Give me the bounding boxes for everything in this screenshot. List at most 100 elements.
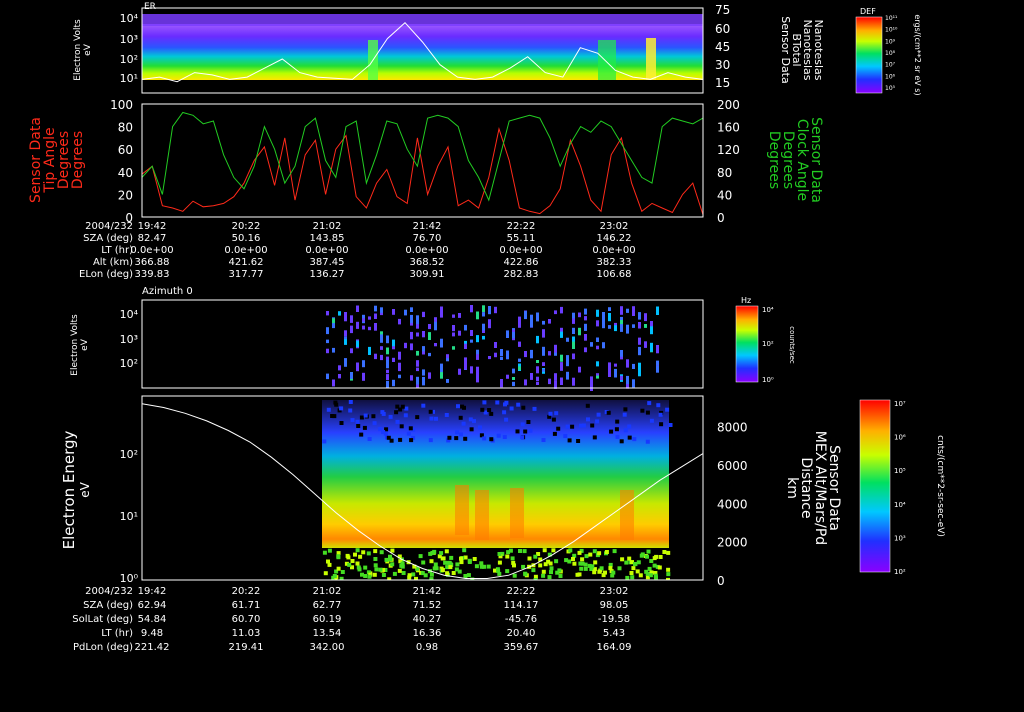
ephem-row-label: SZA (deg) — [83, 233, 133, 244]
azimuth-pixel — [326, 311, 329, 316]
azimuth-pixel — [326, 373, 329, 380]
energy-high-pixel — [668, 423, 673, 427]
ephem-value: 76.70 — [413, 233, 442, 244]
energy-low-pixel — [505, 554, 510, 559]
clock-angle-tick: 160 — [717, 121, 740, 135]
azimuth-pixel — [572, 341, 575, 349]
energy-high-pixel — [645, 410, 650, 415]
azimuth-pixel — [398, 374, 401, 379]
energy-low-pixel — [653, 573, 658, 578]
energy-high-pixel — [429, 416, 434, 421]
azimuth-pixel — [386, 335, 389, 344]
energy-low-pixel — [508, 548, 513, 553]
energy-high-pixel — [632, 437, 637, 442]
ephem-time: 21:42 — [413, 221, 442, 232]
energy-low-pixel — [429, 572, 434, 577]
azimuth-pixel — [584, 308, 587, 315]
energy-low-pixel — [459, 560, 464, 565]
ephem-value: 0.0e+00 — [130, 245, 173, 256]
energy-low-pixel — [327, 548, 332, 553]
er-gap-3 — [598, 40, 616, 80]
energy-low-pixel — [608, 566, 613, 571]
tip-angle-tick: 80 — [118, 121, 133, 135]
azimuth-pixel — [638, 312, 641, 320]
azimuth-pixel — [584, 316, 587, 321]
azimuth-pixel — [536, 381, 539, 385]
er-cbar-tick: 10⁷ — [885, 62, 896, 69]
energy-low-pixel — [366, 551, 371, 556]
azimuth-pixel — [374, 353, 377, 360]
energy-low-pixel — [631, 566, 636, 571]
azimuth-pixel — [488, 306, 491, 315]
ephem-value: 13.54 — [313, 628, 342, 639]
energy-low-pixel — [332, 574, 337, 578]
energy-high-pixel — [395, 419, 400, 424]
energy-high-pixel — [480, 407, 485, 412]
energy-right-ticks: 8000 6000 4000 2000 0 — [717, 421, 748, 588]
energy-high-pixel — [355, 419, 360, 424]
energy-low-pixel — [636, 560, 641, 565]
azimuth-pixel — [422, 369, 425, 376]
energy-low-pixel — [449, 555, 454, 560]
energy-high-pixel — [482, 436, 487, 441]
energy-high-pixel — [428, 409, 433, 414]
azimuth-pixel — [596, 345, 599, 350]
azimuth-pixel — [338, 374, 341, 379]
energy-ytick-2: 10⁰ — [120, 572, 139, 585]
er-rlabel-3: Nanoteslas — [812, 19, 825, 80]
energy-cbar-tick: 10⁶ — [894, 434, 906, 442]
azimuth-pixel — [512, 381, 515, 387]
energy-low-pixel — [373, 549, 378, 554]
energy-high-pixel — [595, 419, 600, 424]
energy-high-pixel — [348, 400, 353, 404]
er-colorbar-ticks: 10⁵ 10⁶ 10⁷ 10⁸ 10⁹ 10¹⁰ 10¹¹ — [885, 15, 898, 92]
energy-low-pixel — [521, 564, 526, 569]
azimuth-pixel — [458, 313, 461, 318]
energy-low-pixel — [439, 551, 444, 556]
energy-low-pixel — [454, 567, 459, 572]
azimuth-pixel — [332, 347, 335, 353]
ephem-value: 5.43 — [603, 628, 625, 639]
azimuth-pixel — [656, 365, 659, 373]
ephem-value: 136.27 — [310, 269, 345, 280]
azimuth-pixel — [560, 306, 563, 314]
azimuth-pixel — [608, 313, 611, 322]
azimuth-pixel — [542, 332, 545, 337]
energy-low-pixel — [390, 562, 395, 567]
energy-high-pixel — [622, 412, 627, 417]
energy-low-pixel — [384, 557, 389, 562]
energy-low-pixel — [363, 574, 368, 578]
azimuth-pixel — [356, 340, 359, 348]
energy-low-pixel — [378, 567, 383, 572]
energy-high-pixel — [523, 429, 528, 434]
energy-low-pixel — [640, 552, 645, 557]
energy-burst — [475, 490, 489, 540]
energy-high-pixel — [548, 411, 553, 416]
energy-low-pixel — [448, 565, 453, 570]
azimuth-pixel — [362, 372, 365, 381]
ephem-row-label: LT (hr) — [101, 245, 133, 256]
energy-high-pixel — [596, 412, 601, 417]
azimuth-pixel — [368, 316, 371, 320]
azimuth-pixel — [602, 319, 605, 329]
tip-angle-tick: 40 — [118, 166, 133, 180]
energy-high-pixel — [359, 415, 364, 420]
azimuth-pixel — [476, 349, 479, 355]
azimuth-pixel — [344, 330, 347, 337]
energy-high-pixel — [659, 422, 664, 427]
energy-high-pixel — [421, 403, 426, 408]
azimuth-pixel — [362, 318, 365, 322]
azimuth-pixel — [428, 374, 431, 379]
clock-angle-line — [142, 111, 703, 202]
ephem-value: 422.86 — [504, 257, 539, 268]
azimuth-pixel — [596, 309, 599, 317]
ephem-value: 62.94 — [138, 600, 167, 611]
ephem-value: 387.45 — [310, 257, 345, 268]
energy-low-pixel — [474, 564, 479, 569]
azimuth-pixel — [644, 324, 647, 328]
ephem-time: 22:22 — [507, 586, 536, 597]
energy-high-pixel — [383, 431, 388, 436]
ephem-value: 366.88 — [135, 257, 170, 268]
er-rtick-2: 45 — [715, 40, 730, 54]
azimuth-pixel — [494, 342, 497, 348]
